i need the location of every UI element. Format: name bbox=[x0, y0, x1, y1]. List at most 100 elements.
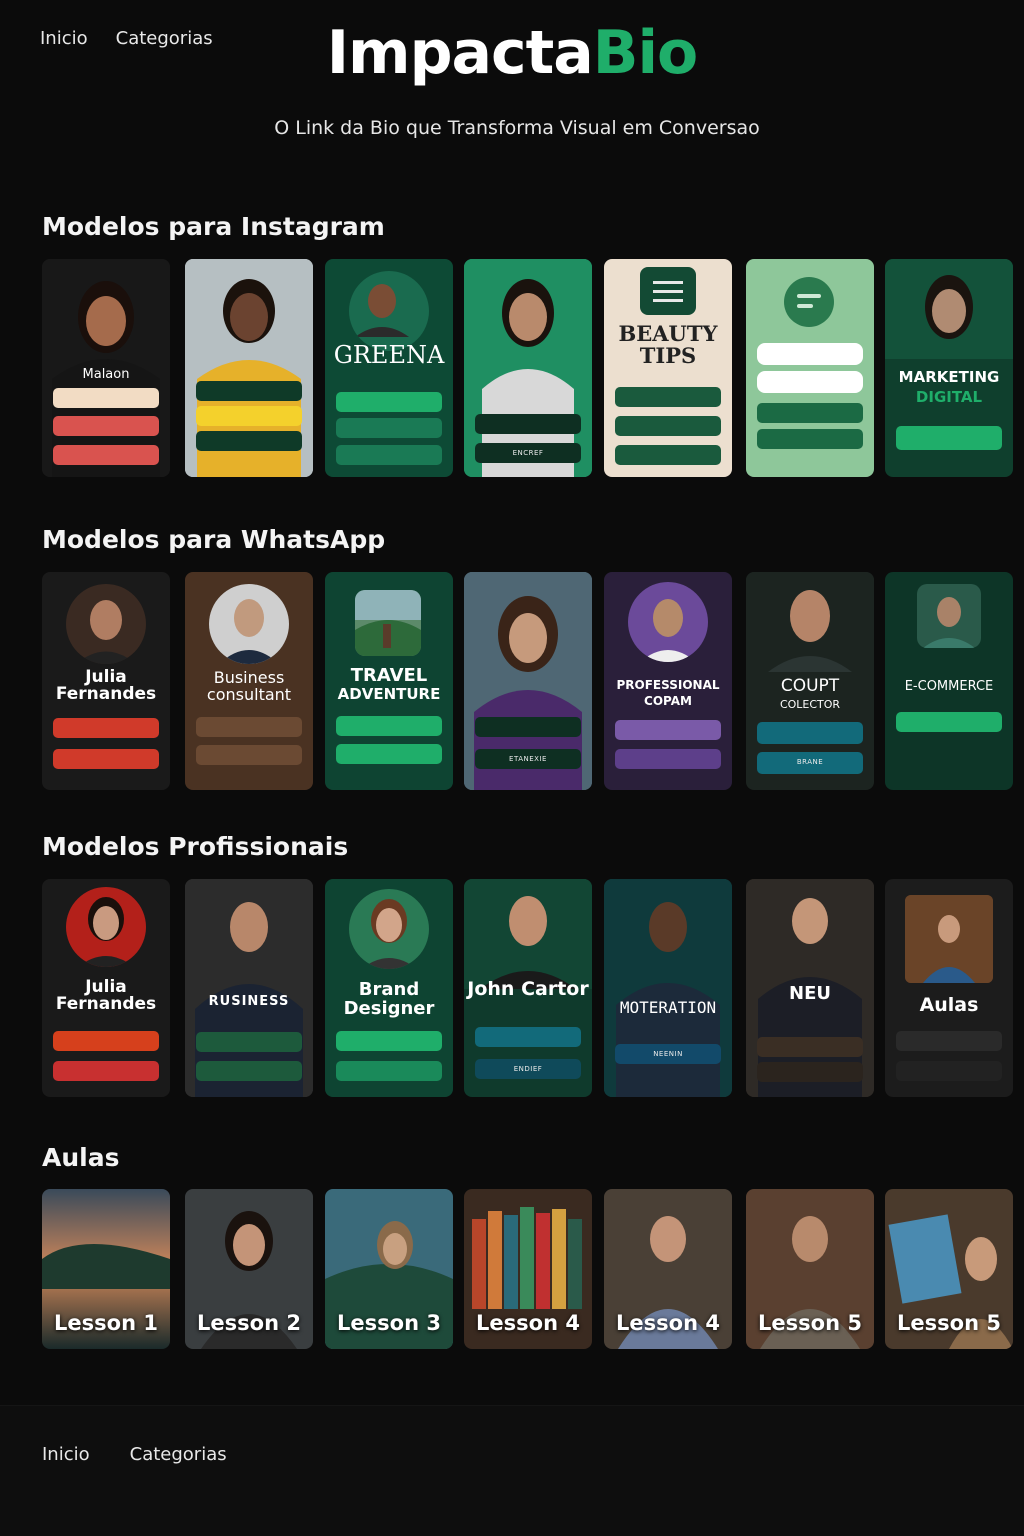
link-button[interactable] bbox=[475, 717, 581, 737]
link-button[interactable]: ENDIEF bbox=[475, 1059, 581, 1079]
lesson-card[interactable]: Lesson 2 bbox=[185, 1189, 313, 1349]
link-button[interactable] bbox=[336, 418, 442, 438]
link-button[interactable] bbox=[196, 1061, 302, 1081]
link-button[interactable]: ETANEXIE bbox=[475, 749, 581, 769]
link-button[interactable] bbox=[336, 1061, 442, 1081]
lesson-card[interactable]: Lesson 5 bbox=[885, 1189, 1013, 1349]
profile-name-line2: ADVENTURE bbox=[337, 685, 441, 703]
template-card[interactable]: GREENA bbox=[325, 259, 453, 477]
tagline: O Link da Bio que Transforma Visual em C… bbox=[274, 117, 760, 139]
lesson-card[interactable]: Lesson 3 bbox=[325, 1189, 453, 1349]
link-button[interactable]: BRANE bbox=[757, 752, 863, 774]
link-button[interactable] bbox=[196, 745, 302, 765]
profile-name-accent: DIGITAL bbox=[915, 388, 983, 406]
course-thumbnail bbox=[905, 895, 993, 983]
travel-image bbox=[355, 590, 421, 656]
link-button[interactable] bbox=[757, 722, 863, 744]
link-button[interactable] bbox=[336, 445, 442, 465]
link-button[interactable] bbox=[757, 1062, 863, 1082]
template-card[interactable]: COUPT COLECTOR BRANE bbox=[746, 572, 874, 790]
link-button[interactable] bbox=[615, 749, 721, 769]
avatar bbox=[628, 582, 708, 662]
link-button[interactable] bbox=[896, 1061, 1002, 1081]
avatar bbox=[66, 584, 146, 664]
link-button[interactable] bbox=[896, 426, 1002, 450]
professional-templates-row: Julia Fernandes RUSINESS Brand Designer … bbox=[42, 879, 1024, 1097]
link-button[interactable] bbox=[757, 1037, 863, 1057]
link-button[interactable] bbox=[53, 388, 159, 408]
brand-logo[interactable]: ImpactaBio bbox=[0, 18, 1024, 88]
footer-categories-link[interactable]: Categorias bbox=[130, 1444, 227, 1465]
brand-name-part2: Bio bbox=[592, 18, 699, 88]
template-card[interactable]: ETANEXIE bbox=[464, 572, 592, 790]
menu-icon bbox=[640, 267, 696, 315]
link-button[interactable] bbox=[336, 392, 442, 412]
link-button[interactable] bbox=[896, 1031, 1002, 1051]
link-button[interactable] bbox=[53, 749, 159, 769]
link-button[interactable] bbox=[475, 1027, 581, 1047]
profile-name-line2: COLECTOR bbox=[779, 698, 841, 711]
link-button[interactable] bbox=[53, 718, 159, 738]
template-card[interactable]: NEU bbox=[746, 879, 874, 1097]
section-title-instagram: Modelos para Instagram bbox=[42, 212, 385, 241]
link-button[interactable] bbox=[615, 387, 721, 407]
lesson-card[interactable]: Lesson 5 bbox=[746, 1189, 874, 1349]
link-button[interactable] bbox=[896, 742, 1002, 762]
link-button[interactable] bbox=[196, 381, 302, 401]
link-button[interactable] bbox=[615, 445, 721, 465]
link-button[interactable]: NEENIN bbox=[615, 1044, 721, 1064]
link-button[interactable] bbox=[757, 371, 863, 393]
template-card[interactable] bbox=[746, 259, 874, 477]
lesson-card[interactable]: Lesson 4 bbox=[604, 1189, 732, 1349]
link-button[interactable] bbox=[336, 716, 442, 736]
template-card[interactable]: E-COMMERCE bbox=[885, 572, 1013, 790]
profile-name: GREENA bbox=[333, 341, 445, 369]
link-button[interactable]: ENCREF bbox=[475, 443, 581, 463]
link-button[interactable] bbox=[896, 712, 1002, 732]
link-button[interactable] bbox=[757, 403, 863, 423]
template-card[interactable]: MOTERATION NEENIN bbox=[604, 879, 732, 1097]
chat-icon bbox=[784, 277, 834, 327]
link-button[interactable] bbox=[615, 416, 721, 436]
template-card[interactable]: ENCREF bbox=[464, 259, 592, 477]
template-card[interactable]: Julia Fernandes bbox=[42, 879, 170, 1097]
lesson-card[interactable]: Lesson 1 bbox=[42, 1189, 170, 1349]
link-button[interactable] bbox=[53, 416, 159, 436]
template-card[interactable]: PROFESSIONAL COPAM bbox=[604, 572, 732, 790]
template-card[interactable]: RUSINESS bbox=[185, 879, 313, 1097]
link-button[interactable] bbox=[475, 414, 581, 434]
link-button[interactable] bbox=[53, 1031, 159, 1051]
link-button[interactable] bbox=[196, 431, 302, 451]
link-button[interactable] bbox=[336, 744, 442, 764]
template-card[interactable]: Julia Fernandes bbox=[42, 572, 170, 790]
lesson-title: Lesson 5 bbox=[897, 1311, 1001, 1335]
link-button[interactable] bbox=[53, 445, 159, 465]
footer: Inicio Categorias bbox=[0, 1405, 1024, 1536]
link-button[interactable] bbox=[196, 717, 302, 737]
link-button[interactable] bbox=[757, 429, 863, 449]
link-button[interactable] bbox=[53, 1061, 159, 1081]
link-button[interactable] bbox=[196, 1032, 302, 1052]
link-button[interactable] bbox=[615, 720, 721, 740]
link-button[interactable] bbox=[757, 343, 863, 365]
template-card[interactable]: Business consultant bbox=[185, 572, 313, 790]
footer-home-link[interactable]: Inicio bbox=[42, 1444, 90, 1465]
template-card[interactable] bbox=[185, 259, 313, 477]
link-button[interactable] bbox=[336, 1031, 442, 1051]
lesson-card[interactable]: Lesson 4 bbox=[464, 1189, 592, 1349]
profile-name: Aulas bbox=[919, 994, 979, 1016]
template-card[interactable]: Aulas bbox=[885, 879, 1013, 1097]
template-card[interactable]: BEAUTY TIPS bbox=[604, 259, 732, 477]
profile-name: COUPT bbox=[780, 676, 840, 696]
portrait-image bbox=[885, 259, 1013, 359]
lesson-title: Lesson 1 bbox=[54, 1311, 158, 1335]
template-card[interactable]: MARKETING DIGITAL bbox=[885, 259, 1013, 477]
template-card[interactable]: TRAVEL ADVENTURE bbox=[325, 572, 453, 790]
profile-name: TRAVEL bbox=[350, 665, 428, 686]
template-card[interactable]: John Cartor ENDIEF bbox=[464, 879, 592, 1097]
link-button[interactable] bbox=[196, 406, 302, 426]
template-card[interactable]: Brand Designer bbox=[325, 879, 453, 1097]
whatsapp-templates-row: Julia Fernandes Business consultant TRAV… bbox=[42, 572, 1024, 790]
template-card[interactable]: Malaon bbox=[42, 259, 170, 477]
footer-nav: Inicio Categorias bbox=[42, 1444, 227, 1465]
